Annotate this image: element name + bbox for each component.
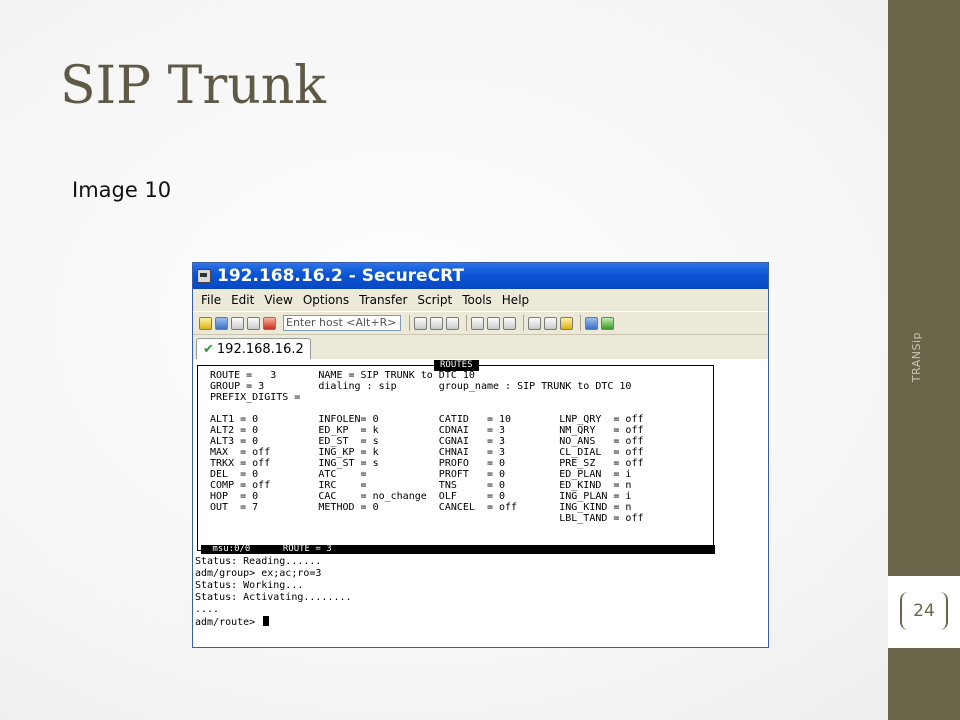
reconnect-icon[interactable] bbox=[247, 316, 260, 330]
terminal-line: COMP = off IRC = TNS = 0 ED_KIND = n bbox=[204, 480, 632, 491]
menu-edit[interactable]: Edit bbox=[231, 293, 254, 307]
help-icon[interactable] bbox=[585, 316, 598, 330]
connected-check-icon: ✔ bbox=[203, 341, 214, 357]
terminal-line: PREFIX_DIGITS = bbox=[204, 392, 301, 403]
terminal-line: GROUP = 3 dialing : sip group_name : SIP… bbox=[204, 381, 632, 392]
terminal-line: ALT3 = 0 ED_ST = s CGNAI = 3 NO_ANS = of… bbox=[204, 436, 644, 447]
console-line: Status: Working... bbox=[195, 580, 304, 591]
toolbar-separator bbox=[466, 315, 467, 331]
console-line: adm/group> ex;ac;ro=3 bbox=[195, 568, 322, 579]
terminal-line: OUT = 7 METHOD = 0 CANCEL = off ING_KIND… bbox=[204, 502, 632, 513]
session-tab[interactable]: ✔ 192.168.16.2 bbox=[196, 338, 311, 359]
window-title: 192.168.16.2 - SecureCRT bbox=[217, 266, 464, 286]
session-tab-bar: ✔ 192.168.16.2 bbox=[193, 335, 768, 360]
terminal-line: HOP = 0 CAC = no_change OLF = 0 ING_PLAN… bbox=[204, 491, 632, 502]
securecrt-window: 192.168.16.2 - SecureCRT File Edit View … bbox=[192, 262, 769, 648]
menu-transfer[interactable]: Transfer bbox=[359, 293, 407, 307]
page-number-badge: 24 bbox=[888, 576, 960, 648]
print-icon[interactable] bbox=[503, 316, 516, 330]
sidebar-label: TRANSip bbox=[910, 332, 923, 383]
copy-icon[interactable] bbox=[414, 316, 427, 330]
connect-icon[interactable] bbox=[199, 316, 212, 330]
connect-tab-icon[interactable] bbox=[231, 316, 244, 330]
settings-icon[interactable] bbox=[528, 316, 541, 330]
menu-script[interactable]: Script bbox=[417, 293, 452, 307]
terminal-line: MAX = off ING_KP = k CHNAI = 3 CL_DIAL =… bbox=[204, 447, 644, 458]
session-tab-label: 192.168.16.2 bbox=[216, 341, 304, 357]
disconnect-icon[interactable] bbox=[263, 316, 276, 330]
sftp-icon[interactable] bbox=[601, 316, 614, 330]
enter-host-input[interactable]: Enter host <Alt+R> bbox=[283, 315, 401, 331]
keymap-icon[interactable] bbox=[544, 316, 557, 330]
console-line: .... bbox=[195, 604, 220, 615]
toolbar-separator bbox=[580, 315, 581, 331]
page-number: 24 bbox=[900, 592, 948, 630]
terminal-line: ALT1 = 0 INFOLEN= 0 CATID = 10 LNP_QRY =… bbox=[204, 414, 644, 425]
toolbar: Enter host <Alt+R> bbox=[193, 311, 768, 335]
toolbar-separator bbox=[409, 315, 410, 331]
routes-panel: ROUTES ROUTE = 3 NAME = SIP TRUNK to DTC… bbox=[197, 360, 714, 551]
terminal-line: DEL = 0 ATC = PROFT = 0 ED_PLAN = i bbox=[204, 469, 632, 480]
terminal-cursor bbox=[263, 616, 270, 626]
window-titlebar[interactable]: 192.168.16.2 - SecureCRT bbox=[193, 263, 768, 289]
slide-title: SIP Trunk bbox=[60, 56, 326, 116]
quick-connect-icon[interactable] bbox=[215, 316, 228, 330]
terminal-screen[interactable]: ROUTES ROUTE = 3 NAME = SIP TRUNK to DTC… bbox=[193, 359, 768, 647]
paste-icon[interactable] bbox=[430, 316, 443, 330]
slide-subtitle: Image 10 bbox=[72, 178, 172, 202]
console-prompt: adm/route> bbox=[195, 616, 270, 628]
global-options-icon[interactable] bbox=[487, 316, 500, 330]
console-line: Status: Reading...... bbox=[195, 556, 322, 567]
console-line: Status: Activating........ bbox=[195, 592, 352, 603]
toolbar-separator bbox=[523, 315, 524, 331]
terminal-line: TRKX = off ING_ST = s PROFO = 0 PRE_SZ =… bbox=[204, 458, 644, 469]
session-options-icon[interactable] bbox=[471, 316, 484, 330]
menu-bar: File Edit View Options Transfer Script T… bbox=[193, 289, 768, 311]
menu-file[interactable]: File bbox=[201, 293, 221, 307]
menu-view[interactable]: View bbox=[264, 293, 292, 307]
terminal-icon bbox=[197, 269, 211, 283]
prompt-text: adm/route> bbox=[195, 617, 262, 628]
menu-options[interactable]: Options bbox=[303, 293, 349, 307]
menu-help[interactable]: Help bbox=[502, 293, 529, 307]
terminal-line: LBL_TAND = off bbox=[204, 513, 644, 524]
terminal-line: ROUTE = 3 NAME = SIP TRUNK to DTC 10 bbox=[204, 370, 475, 381]
find-icon[interactable] bbox=[446, 316, 459, 330]
key-icon[interactable] bbox=[560, 316, 573, 330]
menu-tools[interactable]: Tools bbox=[462, 293, 492, 307]
terminal-status-bar: msu:0/0 ROUTE = 3 bbox=[201, 545, 715, 554]
terminal-line: ALT2 = 0 ED_KP = k CDNAI = 3 NM_QRY = of… bbox=[204, 425, 644, 436]
